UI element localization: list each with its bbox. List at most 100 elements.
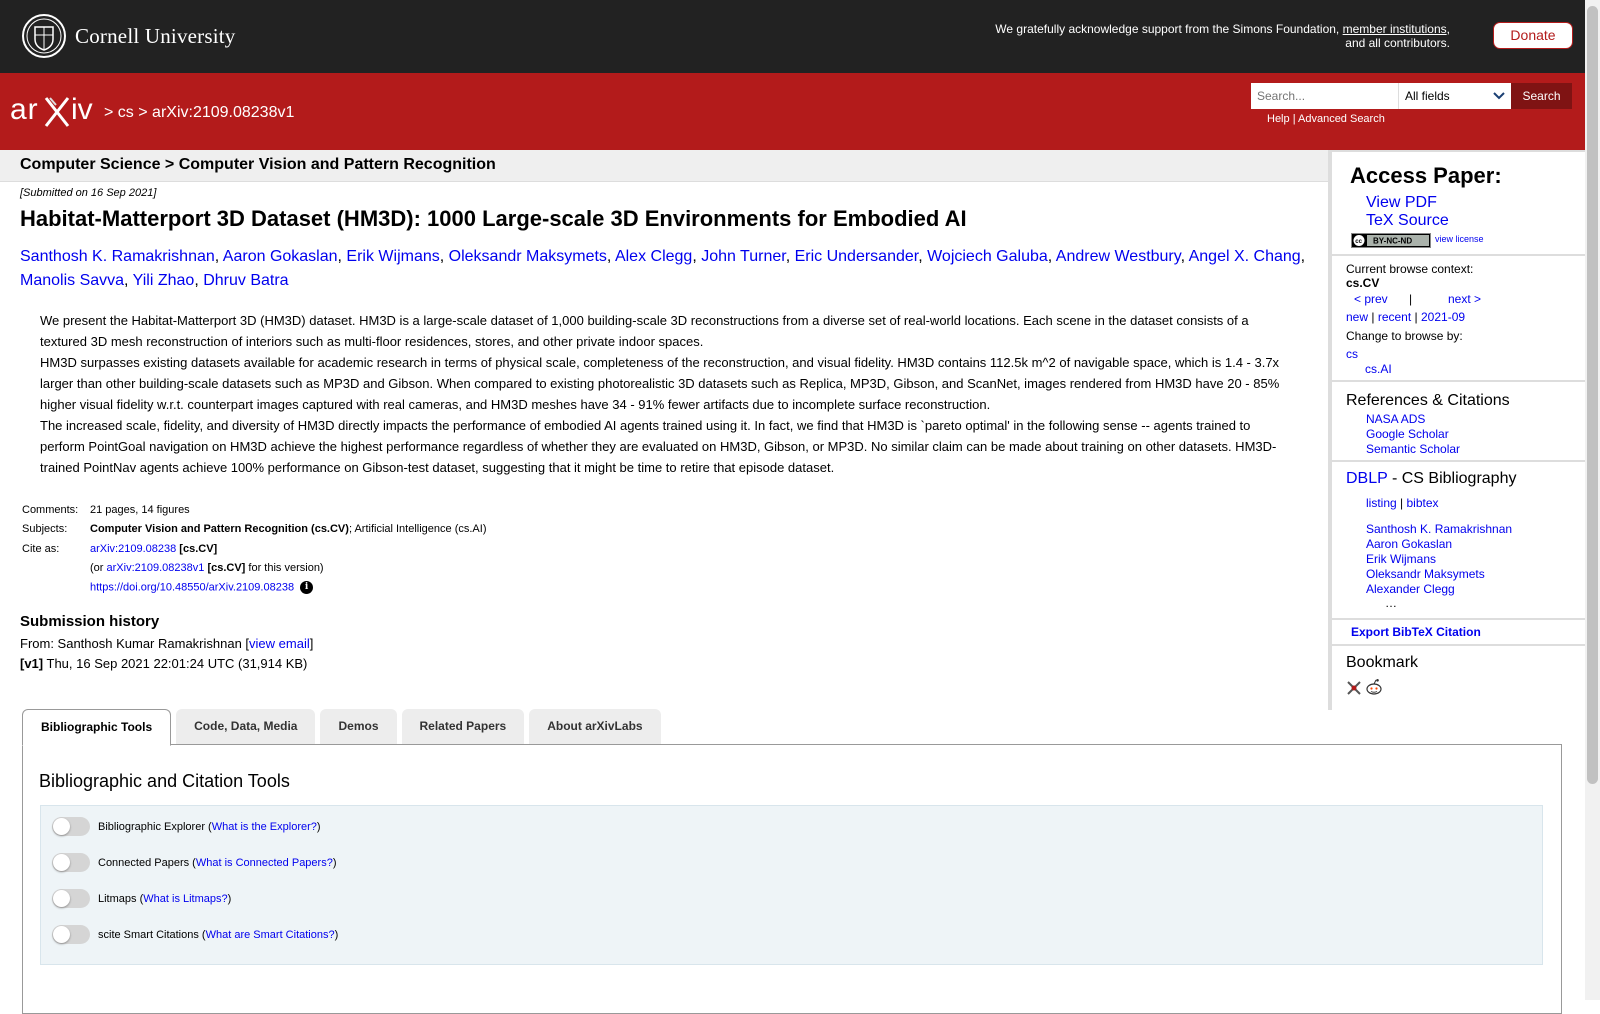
browse-context-box: Current browse context: cs.CV < prev | n… [1332, 256, 1585, 380]
toggle-row-scite: scite Smart Citations (What are Smart Ci… [52, 925, 338, 944]
search-input[interactable] [1251, 83, 1398, 109]
cornell-header: Cornell University We gratefully acknowl… [0, 0, 1585, 73]
dblp-author-link[interactable]: Alexander Clegg [1366, 582, 1455, 596]
next-link[interactable]: next > [1448, 292, 1481, 306]
doi-link[interactable]: https://doi.org/10.48550/arXiv.2109.0823… [90, 582, 294, 594]
browse-context-label: Current browse context: [1346, 262, 1474, 276]
google-scholar-link[interactable]: Google Scholar [1366, 427, 1449, 441]
view-pdf-link[interactable]: View PDF [1366, 194, 1437, 212]
author-separator: , [439, 248, 449, 265]
tab-related-papers[interactable]: Related Papers [401, 709, 525, 745]
toggle-label: Bibliographic Explorer [98, 820, 205, 833]
subjects-label: Subjects: [22, 523, 68, 536]
tab-panel: Bibliographic and Citation Tools Bibliog… [22, 744, 1562, 1014]
cite-category: [cs.CV] [179, 542, 218, 555]
toggle-help-link[interactable]: What is the Explorer? [212, 821, 317, 833]
author-link[interactable]: Aaron Gokaslan [223, 248, 338, 265]
secondary-subject: ; Artificial Intelligence (cs.AI) [348, 523, 487, 536]
breadcrumb-cs[interactable]: cs [118, 104, 134, 121]
cornell-logo[interactable]: Cornell University [21, 13, 236, 59]
info-icon[interactable]: i [300, 581, 314, 595]
tex-source-link[interactable]: TeX Source [1366, 212, 1449, 230]
browse-csai-link[interactable]: cs.AI [1365, 362, 1392, 376]
scrollbar[interactable] [1585, 0, 1600, 1000]
author-link[interactable]: John Turner [701, 248, 786, 265]
search-field-select[interactable]: All fields [1398, 83, 1511, 109]
view-license-link[interactable]: view license [1435, 234, 1484, 244]
ack-text: We gratefully acknowledge support from t… [995, 22, 1340, 36]
nav-separator: | [1400, 496, 1404, 510]
author-separator: , [124, 272, 133, 289]
scite-toggle[interactable] [52, 925, 90, 944]
doi-row: https://doi.org/10.48550/arXiv.2109.0823… [20, 578, 487, 598]
from-suffix: ] [309, 636, 314, 651]
tab-code-data-media[interactable]: Code, Data, Media [176, 709, 316, 745]
toggle-help-link[interactable]: What is Litmaps? [143, 893, 227, 905]
bibsonomy-icon[interactable] [1346, 680, 1362, 696]
bibtex-link[interactable]: bibtex [1407, 496, 1439, 510]
explorer-toggle[interactable] [52, 817, 90, 836]
author-separator: , [606, 248, 615, 265]
connected-papers-toggle[interactable] [52, 853, 90, 872]
svg-text:ar: ar [10, 93, 39, 126]
toggle-help-link[interactable]: What is Connected Papers? [196, 857, 333, 869]
author-link[interactable]: Wojciech Galuba [927, 248, 1048, 265]
arxiv-logo[interactable]: ar iv [10, 92, 102, 130]
author-separator: , [692, 248, 702, 265]
view-email-link[interactable]: view email [249, 636, 310, 651]
help-links: Help | Advanced Search [1267, 113, 1385, 125]
new-link[interactable]: new [1346, 310, 1368, 324]
author-link[interactable]: Andrew Westbury [1056, 248, 1181, 265]
author-link[interactable]: Angel X. Chang [1189, 248, 1301, 265]
tab-demos[interactable]: Demos [320, 709, 397, 745]
cc-license-icon[interactable]: cc BY-NC-ND [1351, 233, 1431, 248]
paper-title: Habitat-Matterport 3D Dataset (HM3D): 10… [20, 206, 967, 231]
author-link[interactable]: Manolis Savva [20, 272, 124, 289]
reddit-icon[interactable] [1365, 678, 1383, 696]
semantic-scholar-link[interactable]: Semantic Scholar [1366, 442, 1460, 456]
bookmark-box: Bookmark [1332, 646, 1585, 710]
author-link[interactable]: Dhruv Batra [203, 272, 288, 289]
scrollbar-thumb[interactable] [1587, 6, 1598, 784]
abstract-paragraph: We present the Habitat-Matterport 3D (HM… [40, 313, 1249, 349]
toggle-help-link[interactable]: What are Smart Citations? [206, 929, 335, 941]
author-link[interactable]: Alex Clegg [615, 248, 692, 265]
donate-button[interactable]: Donate [1493, 22, 1573, 49]
dblp-author-link[interactable]: Aaron Gokaslan [1366, 537, 1452, 551]
abstract-paragraph: The increased scale, fidelity, and diver… [40, 418, 1277, 475]
nasa-ads-link[interactable]: NASA ADS [1366, 412, 1425, 426]
acknowledgement: We gratefully acknowledge support from t… [990, 22, 1450, 50]
tab-bibliographic-tools[interactable]: Bibliographic Tools [22, 709, 172, 746]
browse-cs-link[interactable]: cs [1346, 347, 1358, 361]
cornell-name: Cornell University [75, 23, 236, 48]
search-button[interactable]: Search [1511, 83, 1572, 109]
cite-id-link[interactable]: arXiv:2109.08238 [90, 543, 176, 555]
submission-date: [Submitted on 16 Sep 2021] [20, 187, 157, 199]
dblp-link[interactable]: DBLP [1346, 470, 1388, 487]
month-link[interactable]: 2021-09 [1421, 310, 1465, 324]
primary-subject: Computer Vision and Pattern Recognition … [90, 523, 349, 536]
author-link[interactable]: Yili Zhao [133, 272, 195, 289]
export-bibtex-link[interactable]: Export BibTeX Citation [1351, 625, 1481, 639]
author-link[interactable]: Oleksandr Maksymets [449, 248, 607, 265]
tab-about-arxivlabs[interactable]: About arXivLabs [529, 709, 661, 745]
author-link[interactable]: Eric Undersander [795, 248, 919, 265]
dblp-author-link[interactable]: Santhosh K. Ramakrishnan [1366, 522, 1512, 536]
dblp-more: … [1385, 596, 1397, 610]
help-link[interactable]: Help [1267, 113, 1290, 125]
advanced-search-link[interactable]: Advanced Search [1298, 113, 1385, 125]
dblp-author-link[interactable]: Oleksandr Maksymets [1366, 567, 1485, 581]
toggle-knob [53, 854, 70, 871]
svg-text:iv: iv [71, 93, 93, 126]
metadata-table: Comments: 21 pages, 14 figures Subjects:… [20, 500, 487, 598]
listing-link[interactable]: listing [1366, 496, 1397, 510]
cite-version-link[interactable]: arXiv:2109.08238v1 [107, 562, 205, 574]
author-link[interactable]: Erik Wijmans [346, 248, 439, 265]
litmaps-toggle[interactable] [52, 889, 90, 908]
prev-link[interactable]: < prev [1354, 292, 1388, 306]
member-institutions-link[interactable]: member institutions [1343, 22, 1447, 36]
author-link[interactable]: Santhosh K. Ramakrishnan [20, 248, 215, 265]
comments-row: Comments: 21 pages, 14 figures [20, 500, 487, 520]
dblp-author-link[interactable]: Erik Wijmans [1366, 552, 1436, 566]
recent-link[interactable]: recent [1378, 310, 1411, 324]
